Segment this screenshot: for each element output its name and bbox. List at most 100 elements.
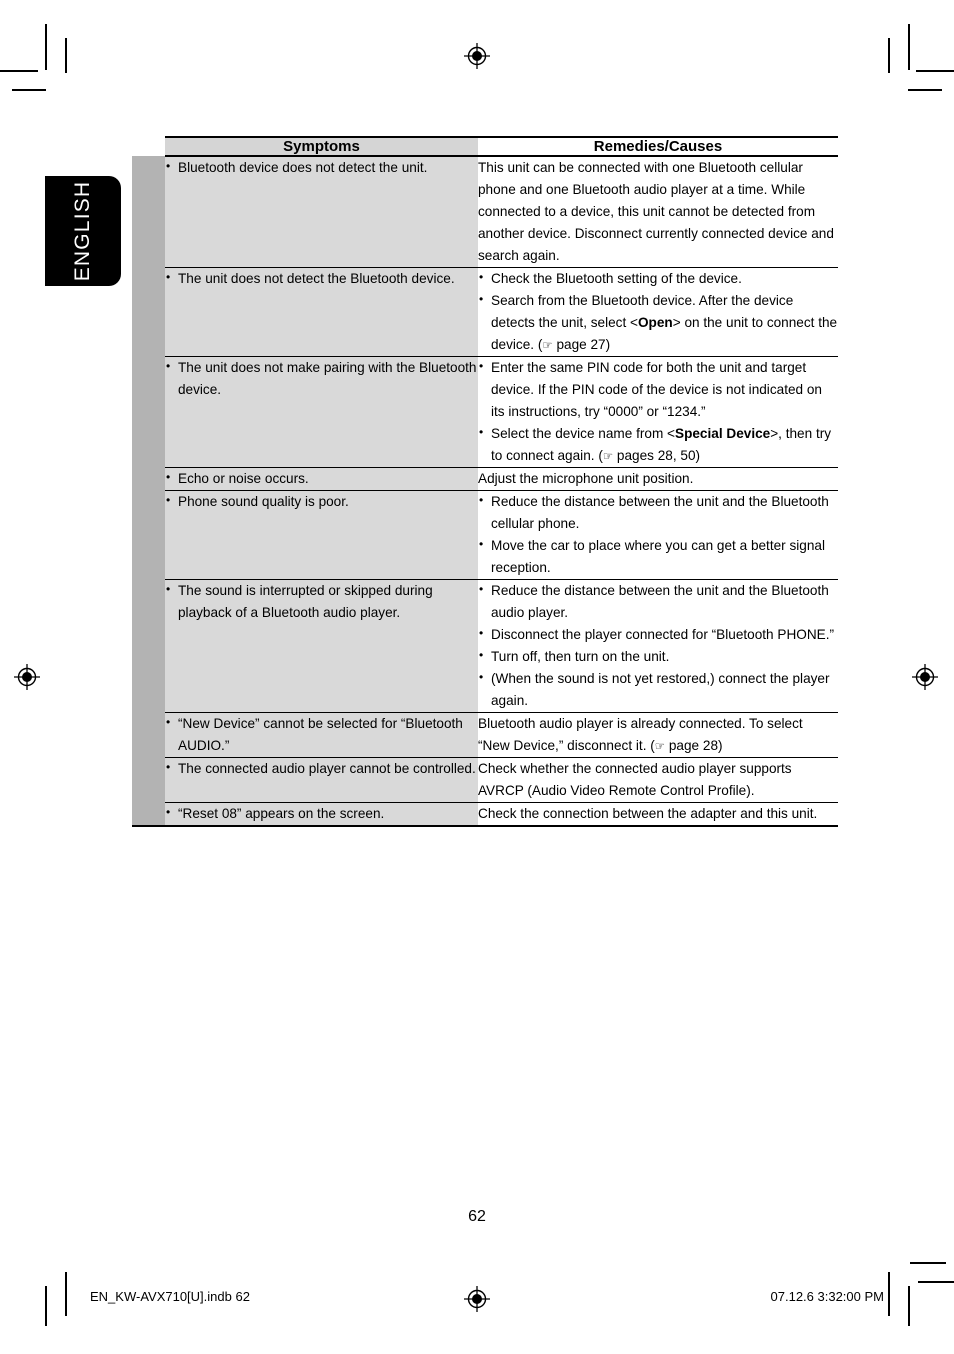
remedy-item: Reduce the distance between the unit and… xyxy=(478,491,838,535)
text-run: Bluetooth audio player is already connec… xyxy=(478,716,803,754)
remedies-text: Check whether the connected audio player… xyxy=(478,758,838,802)
symptom-list: “Reset 08” appears on the screen. xyxy=(165,803,478,825)
crop-mark-top-right-horizontal xyxy=(916,70,954,72)
cell-remedies: Adjust the microphone unit position. xyxy=(478,467,838,492)
table-row: Bluetooth device does not detect the uni… xyxy=(132,156,838,269)
text-run: Check the Bluetooth setting of the devic… xyxy=(491,271,742,287)
cell-symptoms: The sound is interrupted or skipped duri… xyxy=(165,579,478,714)
text-run: page 27) xyxy=(552,337,611,353)
table-row: The sound is interrupted or skipped duri… xyxy=(132,579,838,714)
cell-symptoms: “Reset 08” appears on the screen. xyxy=(165,802,478,828)
cell-symptoms: Phone sound quality is poor. xyxy=(165,490,478,581)
row-category-strip xyxy=(132,490,165,580)
text-run: Reduce the distance between the unit and… xyxy=(491,494,829,532)
text-run: Disconnect the player connected for “Blu… xyxy=(491,627,835,643)
text-run: Move the car to place where you can get … xyxy=(491,538,825,576)
remedy-paragraph: Bluetooth audio player is already connec… xyxy=(478,713,838,757)
registration-mark-bottom xyxy=(464,1286,490,1312)
table-row: Phone sound quality is poor. Reduce the d… xyxy=(132,490,838,581)
symptom-item: Echo or noise occurs. xyxy=(165,468,478,490)
cell-remedies: Bluetooth audio player is already connec… xyxy=(478,712,838,759)
page-number: 62 xyxy=(468,1208,486,1225)
table-row: The unit does not make pairing with the … xyxy=(132,356,838,469)
emphasis-text: Special Device xyxy=(675,426,771,442)
troubleshooting-table: Symptoms Remedies/Causes Bluetooth devic… xyxy=(132,136,838,828)
remedy-list: Reduce the distance between the unit and… xyxy=(478,491,838,579)
remedy-item: Select the device name from <Special Dev… xyxy=(478,423,838,467)
crop-mark-top-right-horizontal-inner xyxy=(908,89,942,91)
text-run: Enter the same PIN code for both the uni… xyxy=(491,360,822,420)
troubleshooting-table-wrapper: Bluetooth Symptoms Remedies/Causes Bluet… xyxy=(132,136,838,828)
remedy-paragraph: Check the connection between the adapter… xyxy=(478,806,818,822)
row-category-strip xyxy=(132,156,165,268)
table-body: Bluetooth device does not detect the uni… xyxy=(132,156,838,828)
header-spacer xyxy=(132,137,165,156)
row-category-strip xyxy=(132,757,165,803)
symptoms-text: The unit does not make pairing with the … xyxy=(165,357,478,401)
symptom-item: “New Device” cannot be selected for “Blu… xyxy=(165,713,478,757)
row-category-strip xyxy=(132,356,165,468)
symptom-item: The connected audio player cannot be con… xyxy=(165,758,478,780)
symptoms-text: Phone sound quality is poor. xyxy=(165,491,478,513)
crop-mark-bottom-right-horizontal-inner xyxy=(918,1281,954,1283)
symptom-list: The unit does not make pairing with the … xyxy=(165,357,478,401)
symptoms-text: “New Device” cannot be selected for “Blu… xyxy=(165,713,478,757)
symptom-item: Phone sound quality is poor. xyxy=(165,491,478,513)
text-run: Select the device name from < xyxy=(491,426,675,442)
text-run: (When the sound is not yet restored,) co… xyxy=(491,671,830,709)
remedy-item: (When the sound is not yet restored,) co… xyxy=(478,668,838,712)
remedies-text: This unit can be connected with one Blue… xyxy=(478,157,838,267)
text-run: pages 28, 50) xyxy=(613,448,701,464)
pointing-hand-icon: ☞ xyxy=(654,739,666,754)
column-header-symptoms: Symptoms xyxy=(165,136,478,157)
remedy-item: Check the Bluetooth setting of the devic… xyxy=(478,268,838,290)
crop-mark-top-right-vertical-inner xyxy=(888,38,890,73)
remedies-text: Enter the same PIN code for both the uni… xyxy=(478,357,838,467)
table-row: Echo or noise occurs.Adjust the micropho… xyxy=(132,467,838,492)
remedies-text: Bluetooth audio player is already connec… xyxy=(478,713,838,757)
row-category-strip xyxy=(132,579,165,713)
table-row: The connected audio player cannot be con… xyxy=(132,757,838,804)
remedy-item: Reduce the distance between the unit and… xyxy=(478,580,838,624)
cell-symptoms: The unit does not make pairing with the … xyxy=(165,356,478,469)
registration-mark-top xyxy=(464,43,490,69)
remedy-list: Reduce the distance between the unit and… xyxy=(478,580,838,712)
row-category-strip xyxy=(132,267,165,357)
symptom-item: Bluetooth device does not detect the uni… xyxy=(165,157,478,179)
cell-remedies: Check the connection between the adapter… xyxy=(478,802,838,828)
crop-mark-top-left-horizontal xyxy=(0,70,38,72)
text-run: Turn off, then turn on the unit. xyxy=(491,649,670,665)
remedy-paragraph: Adjust the microphone unit position. xyxy=(478,471,694,487)
cell-remedies: Check whether the connected audio player… xyxy=(478,757,838,804)
footer-rule-left xyxy=(65,1272,67,1316)
cell-remedies: Check the Bluetooth setting of the devic… xyxy=(478,267,838,358)
cell-remedies: Reduce the distance between the unit and… xyxy=(478,579,838,714)
symptoms-text: “Reset 08” appears on the screen. xyxy=(165,803,478,825)
symptom-list: Echo or noise occurs. xyxy=(165,468,478,490)
row-category-strip xyxy=(132,712,165,758)
crop-mark-top-left-vertical xyxy=(45,24,47,70)
remedy-paragraph: Check whether the connected audio player… xyxy=(478,761,792,799)
crop-mark-bottom-right-horizontal xyxy=(910,1262,946,1264)
language-tab-label: ENGLISH xyxy=(71,180,94,282)
cell-symptoms: The unit does not detect the Bluetooth d… xyxy=(165,267,478,358)
symptom-item: The unit does not make pairing with the … xyxy=(165,357,478,401)
cell-remedies: Enter the same PIN code for both the uni… xyxy=(478,356,838,469)
symptoms-text: Echo or noise occurs. xyxy=(165,468,478,490)
symptom-list: Bluetooth device does not detect the uni… xyxy=(165,157,478,179)
text-run: Reduce the distance between the unit and… xyxy=(491,583,829,621)
footer-file-name: EN_KW-AVX710[U].indb 62 xyxy=(90,1289,250,1304)
remedy-list: Enter the same PIN code for both the uni… xyxy=(478,357,838,467)
crop-mark-bottom-left-vertical-inner xyxy=(45,1286,47,1326)
remedy-item: Search from the Bluetooth device. After … xyxy=(478,290,838,356)
cell-symptoms: “New Device” cannot be selected for “Blu… xyxy=(165,712,478,759)
symptoms-text: Bluetooth device does not detect the uni… xyxy=(165,157,478,179)
symptom-item: The unit does not detect the Bluetooth d… xyxy=(165,268,478,290)
remedy-paragraph: This unit can be connected with one Blue… xyxy=(478,160,834,264)
cell-symptoms: The connected audio player cannot be con… xyxy=(165,757,478,804)
crop-mark-bottom-right-vertical-inner xyxy=(908,1286,910,1326)
row-category-strip xyxy=(132,802,165,828)
remedy-item: Enter the same PIN code for both the uni… xyxy=(478,357,838,423)
footer-timestamp: 07.12.6 3:32:00 PM xyxy=(770,1289,884,1304)
column-header-remedies: Remedies/Causes xyxy=(478,136,838,157)
